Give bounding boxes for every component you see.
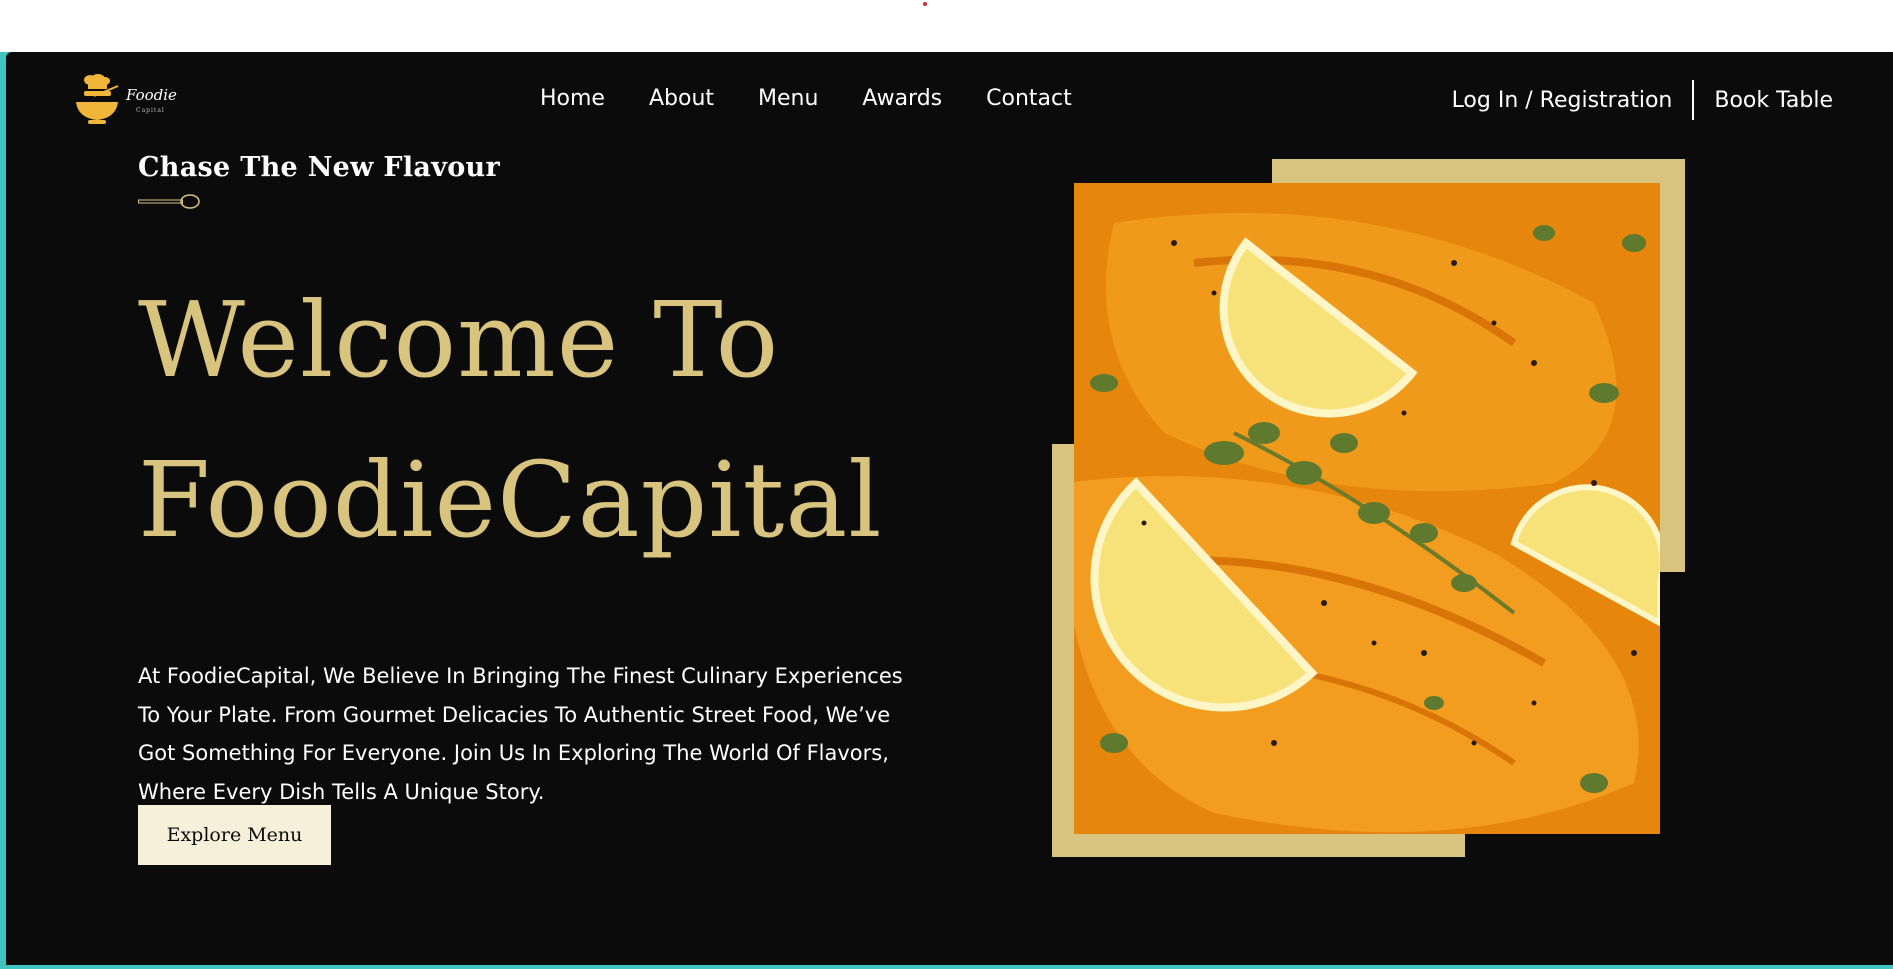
nav-awards[interactable]: Awards	[862, 86, 942, 111]
nav-menu[interactable]: Menu	[758, 86, 818, 111]
login-registration-link[interactable]: Log In / Registration	[1452, 88, 1673, 113]
salmon-dish-photo	[1074, 183, 1660, 834]
book-table-link[interactable]: Book Table	[1714, 88, 1833, 113]
main-nav: Home About Menu Awards Contact	[540, 86, 1072, 111]
logo-wordmark: Foodie	[126, 86, 177, 104]
account-nav: Log In / Registration Book Table	[1452, 80, 1833, 120]
hero-section: Foodie Capital Home About Menu Awards Co…	[6, 52, 1893, 965]
hero-title-line-1: Welcome To	[138, 279, 780, 401]
hero-title-line-2: FoodieCapital	[138, 439, 883, 561]
hero-tagline: Chase The New Flavour	[138, 152, 500, 183]
logo-subtitle: Capital	[136, 107, 165, 114]
hero-title: Welcome To FoodieCapital	[138, 260, 883, 580]
nav-home[interactable]: Home	[540, 86, 605, 111]
explore-menu-button[interactable]: Explore Menu	[138, 805, 331, 865]
nav-divider	[1692, 80, 1695, 120]
status-dot	[923, 2, 927, 6]
nav-about[interactable]: About	[649, 86, 714, 111]
chef-bowl-logo-icon	[76, 74, 119, 124]
hero-description: At FoodieCapital, We Believe In Bringing…	[138, 664, 903, 804]
site-logo[interactable]: Foodie Capital	[74, 74, 184, 132]
salmon-with-lemon-and-oregano-photo	[1074, 183, 1660, 834]
nav-contact[interactable]: Contact	[986, 86, 1072, 111]
spoon-divider-icon	[138, 194, 200, 209]
